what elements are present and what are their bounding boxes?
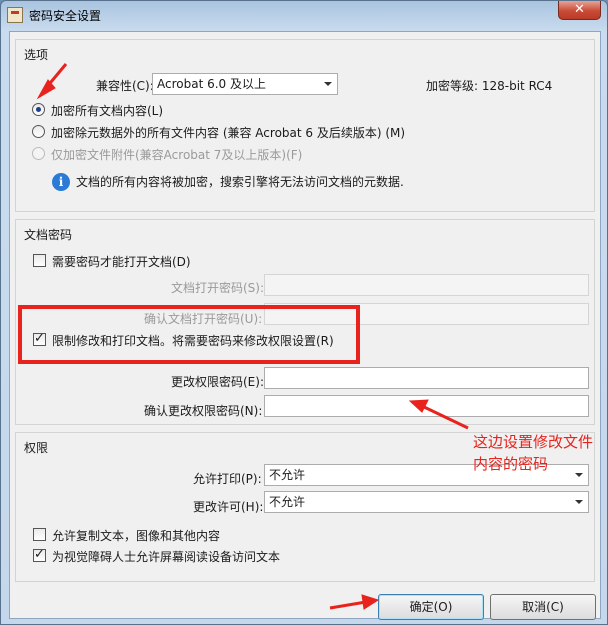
- annotation-arrows: [36, 63, 469, 610]
- arrow-head-field: [408, 399, 429, 413]
- arrow-to-field: [421, 404, 469, 430]
- arrow-head-ok: [361, 594, 380, 610]
- arrow-head-radio: [36, 79, 56, 100]
- arrow-to-ok: [329, 600, 367, 610]
